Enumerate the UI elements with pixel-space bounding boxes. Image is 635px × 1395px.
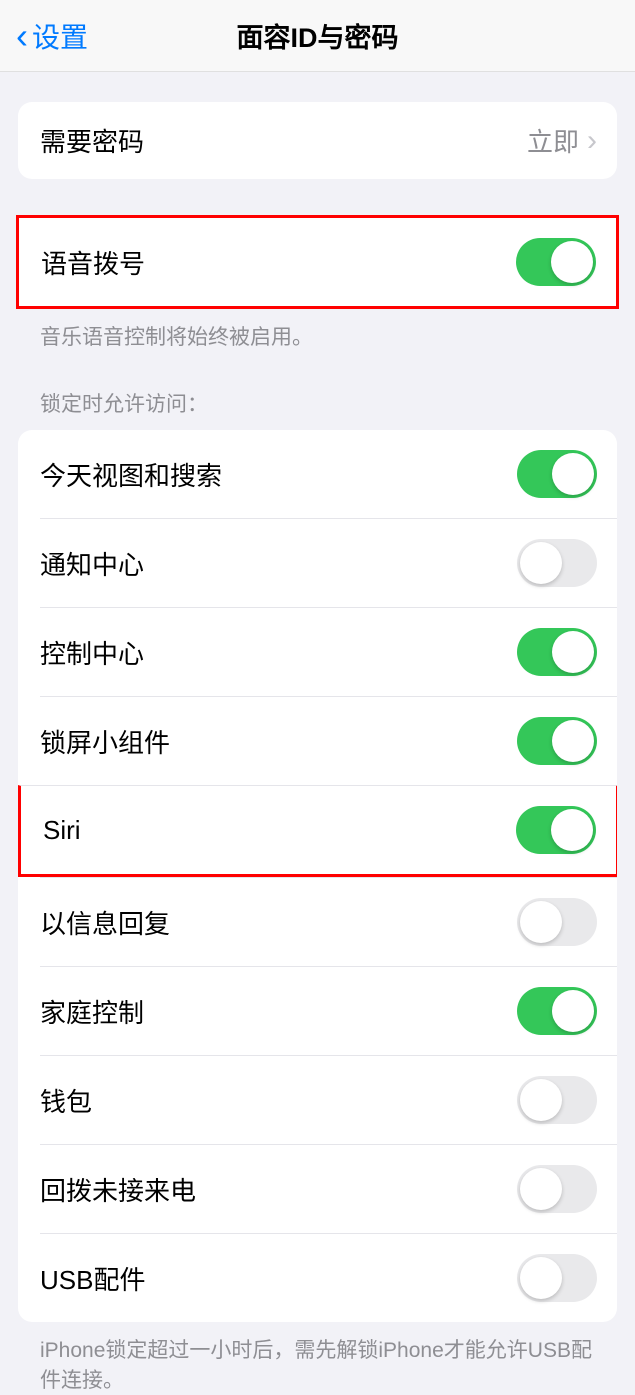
- return-missed-calls-label: 回拨未接来电: [40, 1171, 196, 1208]
- usb-accessories-label: USB配件: [40, 1260, 145, 1297]
- toggle-knob: [551, 241, 593, 283]
- notification-center-toggle[interactable]: [517, 539, 597, 587]
- lock-access-header: 锁定时允许访问：: [18, 388, 617, 430]
- voice-dial-toggle[interactable]: [516, 238, 596, 286]
- reply-messages-row: 以信息回复: [40, 877, 617, 966]
- toggle-knob: [552, 990, 594, 1032]
- toggle-knob: [552, 720, 594, 762]
- toggle-knob: [520, 542, 562, 584]
- reply-messages-label: 以信息回复: [40, 904, 170, 941]
- voice-dial-label: 语音拨号: [41, 244, 145, 281]
- voice-dial-footer: 音乐语音控制将始终被启用。: [18, 309, 617, 352]
- chevron-left-icon: ‹: [16, 18, 28, 54]
- return-missed-calls-toggle[interactable]: [517, 1165, 597, 1213]
- reply-messages-toggle[interactable]: [517, 898, 597, 946]
- toggle-knob: [520, 1257, 562, 1299]
- back-button[interactable]: ‹ 设置: [16, 16, 88, 56]
- toggle-knob: [552, 453, 594, 495]
- control-center-label: 控制中心: [40, 634, 144, 671]
- toggle-knob: [520, 901, 562, 943]
- notification-center-label: 通知中心: [40, 545, 144, 582]
- require-passcode-row[interactable]: 需要密码 立即 ›: [18, 102, 617, 179]
- usb-footer: iPhone锁定超过一小时后，需先解锁iPhone才能允许USB配件连接。: [18, 1322, 617, 1395]
- usb-accessories-row: USB配件: [40, 1233, 617, 1322]
- notification-center-row: 通知中心: [40, 518, 617, 607]
- usb-accessories-toggle[interactable]: [517, 1254, 597, 1302]
- lock-widget-label: 锁屏小组件: [40, 723, 170, 760]
- wallet-label: 钱包: [40, 1082, 92, 1119]
- require-passcode-label: 需要密码: [40, 122, 144, 159]
- wallet-row: 钱包: [40, 1055, 617, 1144]
- control-center-toggle[interactable]: [517, 628, 597, 676]
- voice-dial-row: 语音拨号: [19, 218, 616, 306]
- today-view-toggle[interactable]: [517, 450, 597, 498]
- home-control-label: 家庭控制: [40, 993, 144, 1030]
- lock-widget-row: 锁屏小组件: [40, 696, 617, 785]
- chevron-right-icon: ›: [587, 124, 597, 158]
- lock-widget-toggle[interactable]: [517, 717, 597, 765]
- toggle-knob: [520, 1168, 562, 1210]
- control-center-row: 控制中心: [40, 607, 617, 696]
- siri-toggle[interactable]: [516, 806, 596, 854]
- navigation-header: ‹ 设置 面容ID与密码: [0, 0, 635, 72]
- back-label: 设置: [32, 16, 88, 56]
- today-view-label: 今天视图和搜索: [40, 456, 222, 493]
- home-control-row: 家庭控制: [40, 966, 617, 1055]
- lock-access-group: 今天视图和搜索 通知中心 控制中心 锁屏小组件 Siri 以信息回复: [18, 430, 617, 1322]
- home-control-toggle[interactable]: [517, 987, 597, 1035]
- siri-label: Siri: [43, 815, 81, 846]
- toggle-knob: [552, 631, 594, 673]
- siri-row: Siri: [18, 785, 617, 877]
- page-title: 面容ID与密码: [0, 16, 635, 55]
- voice-dial-highlight: 语音拨号: [16, 215, 619, 309]
- toggle-knob: [551, 809, 593, 851]
- toggle-knob: [520, 1079, 562, 1121]
- wallet-toggle[interactable]: [517, 1076, 597, 1124]
- today-view-row: 今天视图和搜索: [18, 430, 617, 518]
- return-missed-calls-row: 回拨未接来电: [40, 1144, 617, 1233]
- require-passcode-value: 立即: [527, 122, 579, 159]
